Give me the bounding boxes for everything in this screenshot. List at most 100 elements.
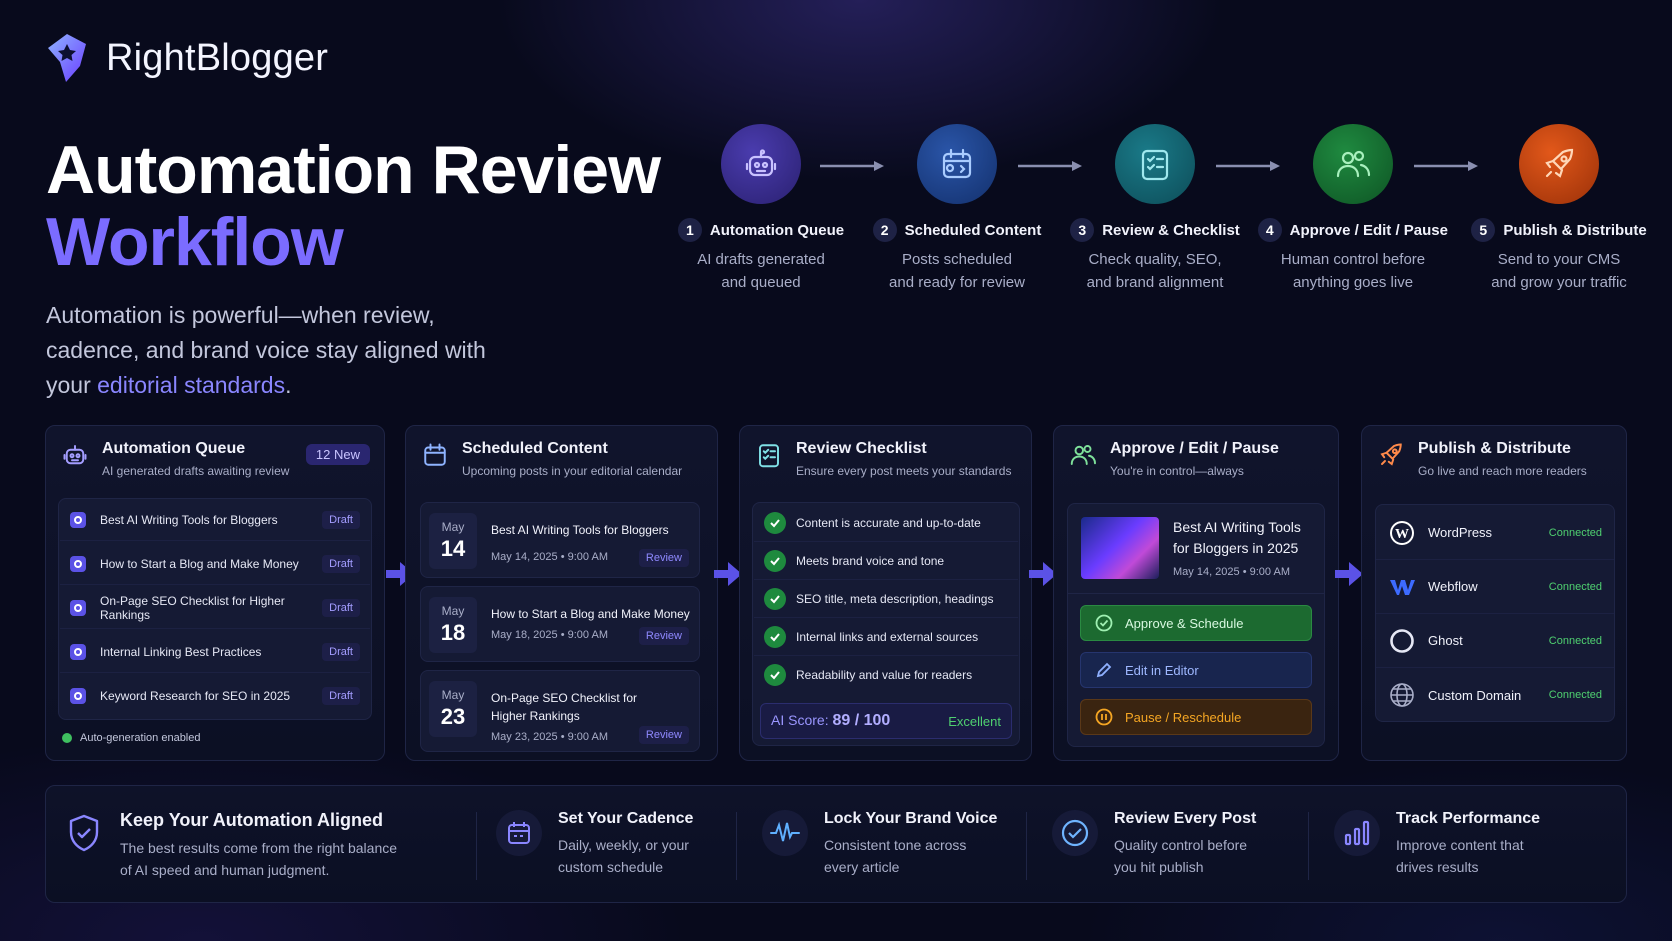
rocket-icon bbox=[1545, 148, 1574, 178]
step-approve-edit-pause: 4 Approve / Edit / Pause Human control be… bbox=[1258, 124, 1448, 294]
tip-desc-line: custom schedule bbox=[558, 859, 664, 875]
draft-badge: Draft bbox=[322, 598, 360, 617]
tip-desc: Quality control before you hit publish bbox=[1114, 834, 1256, 878]
scheduled-title: How to Start a Blog and Make Money bbox=[491, 607, 690, 621]
draft-badge: Draft bbox=[322, 642, 360, 661]
checklist-label: Readability and value for readers bbox=[796, 668, 973, 682]
step-publish-distribute: 5 Publish & Distribute Send to your CMS an… bbox=[1454, 124, 1664, 294]
tip-desc: Consistent tone across every article bbox=[824, 834, 997, 878]
panel-title: Scheduled Content bbox=[462, 440, 608, 457]
edit-in-editor-button[interactable]: Edit in Editor bbox=[1080, 652, 1312, 688]
step-number: 2 bbox=[872, 218, 897, 242]
integration-name: Custom Domain bbox=[1428, 687, 1522, 703]
post-title: Best AI Writing Tools for Bloggers in 20… bbox=[1173, 519, 1301, 556]
ai-score-text: AI Score: 89 / 100 bbox=[771, 712, 890, 730]
panel-subtitle: Go live and reach more readers bbox=[1418, 464, 1587, 478]
panel-header: Automation Queue AI generated drafts awai… bbox=[60, 440, 289, 478]
tip-desc-line: of AI speed and human judgment. bbox=[120, 862, 330, 878]
divider bbox=[1308, 812, 1309, 880]
date-day: 14 bbox=[440, 536, 466, 561]
step-desc: Send to your CMS bbox=[1497, 251, 1621, 268]
rocket-icon bbox=[1380, 443, 1402, 466]
connected-status: Connected bbox=[1548, 526, 1602, 539]
publish-panel: Publish & Distribute Go live and reach mo… bbox=[1361, 425, 1627, 761]
integration-wordpress[interactable]: W WordPress Connected bbox=[1376, 506, 1614, 560]
scheduled-title: On-Page SEO Checklist for Higher Ranking… bbox=[491, 691, 638, 723]
integration-custom-domain[interactable]: Custom Domain Connected bbox=[1376, 668, 1614, 722]
checklist-item[interactable]: Content is accurate and up-to-date bbox=[754, 504, 1018, 542]
globe-icon bbox=[1388, 681, 1416, 709]
step-number: 4 bbox=[1258, 218, 1282, 242]
check-icon bbox=[764, 664, 786, 686]
check-circle-icon bbox=[1052, 810, 1098, 856]
integration-webflow[interactable]: Webflow Connected bbox=[1376, 560, 1614, 614]
draft-icon bbox=[70, 643, 86, 660]
divider bbox=[1026, 812, 1027, 880]
queue-item-title: Keyword Research for SEO in 2025 bbox=[100, 689, 291, 703]
tip-desc: Improve content that drives results bbox=[1396, 834, 1540, 878]
tip-desc-line: Quality control before bbox=[1114, 837, 1248, 853]
queue-item[interactable]: How to Start a Blog and Make Money Draft bbox=[60, 543, 370, 585]
date-month: May bbox=[441, 520, 465, 534]
panel-title: Approve / Edit / Pause bbox=[1110, 440, 1279, 457]
queue-item[interactable]: Best AI Writing Tools for Bloggers Draft bbox=[60, 499, 370, 541]
checklist-item[interactable]: Readability and value for readers bbox=[754, 656, 1018, 694]
checklist-item[interactable]: SEO title, meta description, headings bbox=[754, 580, 1018, 618]
checklist-label: Internal links and external sources bbox=[796, 629, 979, 644]
tip-desc-line: every article bbox=[824, 859, 900, 875]
edit-in-editor-label: Edit in Editor bbox=[1125, 662, 1199, 678]
checklist-item[interactable]: Internal links and external sources bbox=[754, 618, 1018, 656]
panel-subtitle: You're in control—always bbox=[1110, 464, 1244, 478]
step-desc: AI drafts generated bbox=[697, 251, 825, 268]
hero-subtitle-end: . bbox=[285, 372, 292, 398]
tip-cadence: Set Your Cadence Daily, weekly, or your cu… bbox=[496, 810, 693, 878]
ai-score-rating: Excellent bbox=[948, 713, 1001, 729]
tip-desc-line: Consistent tone across bbox=[824, 837, 967, 853]
tip-brand-voice: Lock Your Brand Voice Consistent tone acr… bbox=[762, 810, 997, 878]
step-review-checklist: 3 Review & Checklist Check quality, SEO, a… bbox=[1060, 124, 1250, 294]
checklist-item[interactable]: Meets brand voice and tone bbox=[754, 542, 1018, 580]
tip-keep-aligned: Keep Your Automation Aligned The best res… bbox=[64, 810, 397, 881]
step-circle bbox=[721, 124, 801, 204]
step-desc: and brand alignment bbox=[1086, 274, 1224, 291]
hero-title-line2: Workflow bbox=[46, 204, 344, 280]
divider bbox=[736, 812, 737, 880]
step-desc: Check quality, SEO, bbox=[1088, 251, 1222, 268]
tip-desc-line: Daily, weekly, or your bbox=[558, 837, 689, 853]
brand-logo[interactable]: RightBlogger bbox=[46, 32, 328, 84]
panel-subtitle: Ensure every post meets your standards bbox=[796, 464, 1012, 478]
step-circle bbox=[1519, 124, 1599, 204]
scheduled-item[interactable]: May 18 How to Start a Blog and Make Money… bbox=[420, 586, 700, 662]
status-dot bbox=[62, 733, 72, 743]
queue-item[interactable]: Keyword Research for SEO in 2025 Draft bbox=[60, 675, 370, 717]
integration-ghost[interactable]: Ghost Connected bbox=[1376, 614, 1614, 668]
panel-header: Approve / Edit / Pause You're in control—… bbox=[1068, 440, 1279, 478]
tip-title: Review Every Post bbox=[1114, 810, 1257, 827]
pause-reschedule-button[interactable]: Pause / Reschedule bbox=[1080, 699, 1312, 735]
scheduled-content-panel: Scheduled Content Upcoming posts in your … bbox=[405, 425, 718, 761]
date-day: 23 bbox=[440, 704, 466, 729]
queue-item[interactable]: On-Page SEO Checklist for Higher Ranking… bbox=[60, 587, 370, 629]
post-thumbnail bbox=[1081, 517, 1159, 579]
tip-desc: The best results come from the right bal… bbox=[120, 837, 397, 881]
draft-icon bbox=[70, 555, 86, 572]
date-month: May bbox=[441, 604, 465, 618]
calendar-icon bbox=[496, 810, 542, 856]
step-desc: and grow your traffic bbox=[1491, 274, 1627, 291]
step-desc: Posts scheduled bbox=[901, 251, 1013, 268]
tip-desc-line: The best results come from the right bal… bbox=[120, 840, 398, 856]
automation-queue-panel: Automation Queue AI generated drafts awai… bbox=[45, 425, 385, 761]
scheduled-meta: May 18, 2025 • 9:00 AM bbox=[491, 629, 608, 641]
integration-name: Webflow bbox=[1428, 579, 1478, 594]
approve-schedule-button[interactable]: Approve & Schedule bbox=[1080, 605, 1312, 641]
scheduled-item[interactable]: May 14 Best AI Writing Tools for Bloggers… bbox=[420, 502, 700, 578]
tip-desc-line: you hit publish bbox=[1114, 859, 1204, 875]
scheduled-item[interactable]: May 23 On-Page SEO Checklist for Higher R… bbox=[420, 670, 700, 752]
connected-status: Connected bbox=[1548, 634, 1602, 647]
review-badge: Review bbox=[638, 549, 689, 567]
date-chip: May 14 bbox=[429, 513, 477, 569]
step-circle bbox=[1313, 124, 1393, 204]
checklist-label: Meets brand voice and tone bbox=[796, 553, 945, 568]
pause-reschedule-label: Pause / Reschedule bbox=[1125, 709, 1242, 725]
queue-item[interactable]: Internal Linking Best Practices Draft bbox=[60, 631, 370, 673]
